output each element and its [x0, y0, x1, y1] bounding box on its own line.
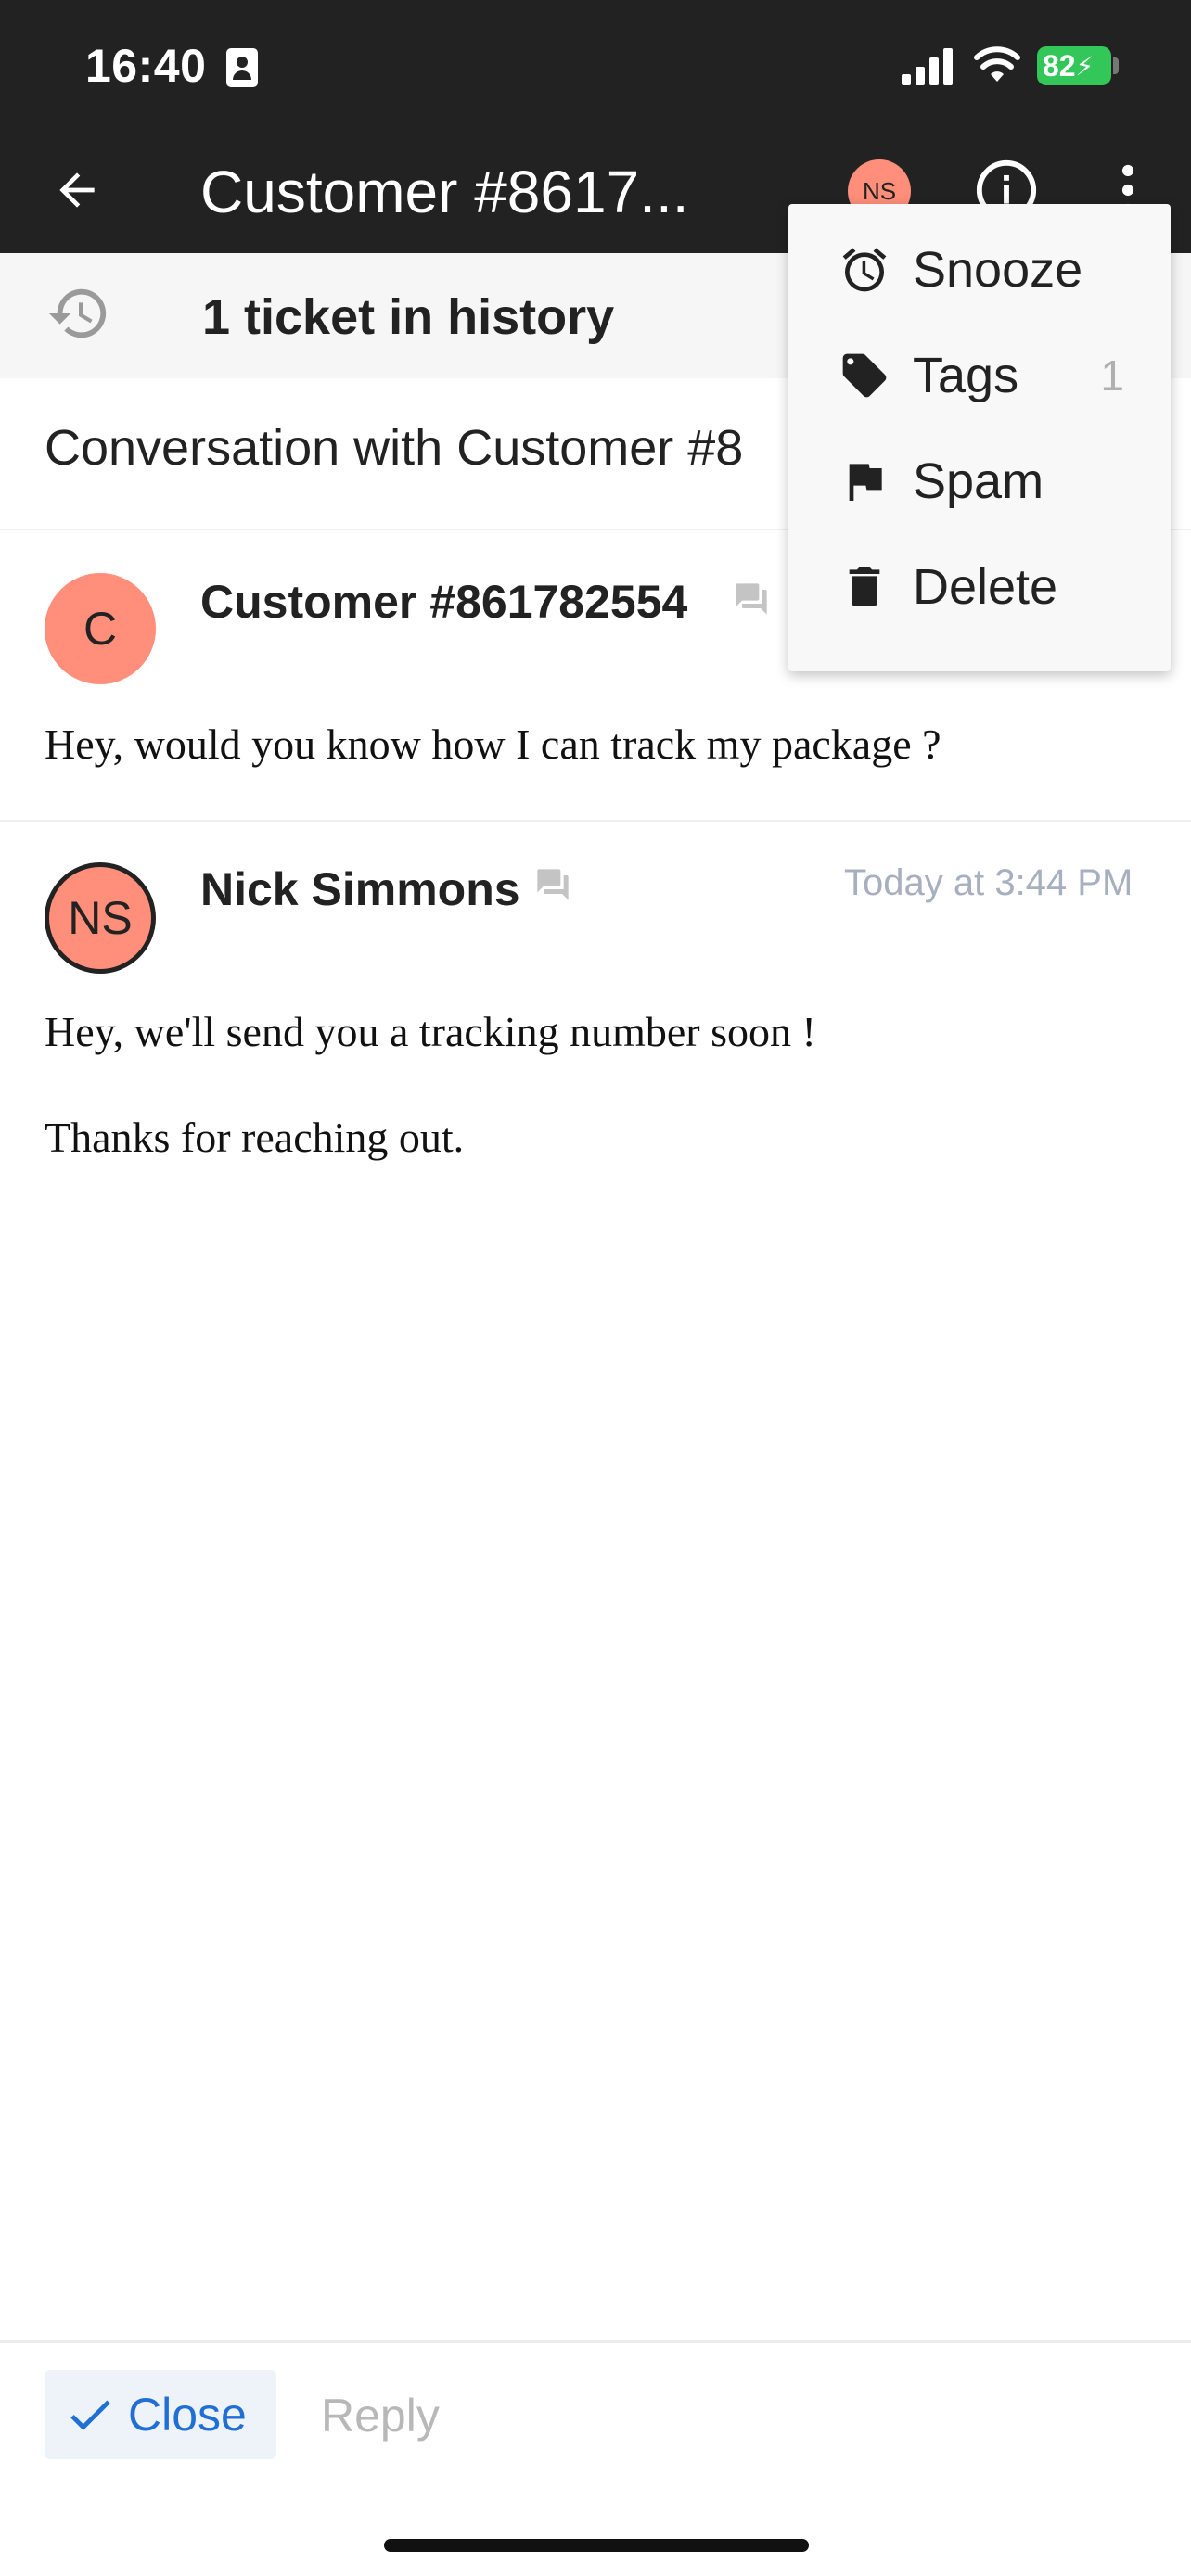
history-label: 1 ticket in history	[202, 289, 615, 345]
contact-card-icon	[226, 48, 258, 87]
tag-count: 1	[1100, 351, 1124, 400]
chat-icon	[537, 869, 569, 900]
bottom-divider	[0, 2340, 1191, 2343]
message-sender: Nick Simmons	[200, 863, 520, 915]
flag-icon	[849, 464, 882, 501]
conversation-actions-menu: Snooze Tags 1 Spam Delete	[788, 204, 1171, 671]
charging-bolt-icon: ⚡	[1075, 51, 1095, 81]
tag-icon	[842, 353, 887, 398]
cellular-signal-icon	[902, 48, 953, 85]
reply-button[interactable]: Reply	[321, 2389, 440, 2442]
message-text: Hey, would you know how I can track my p…	[45, 721, 941, 768]
conversation-title: Conversation with Customer #8	[45, 420, 744, 476]
message-sender: Customer #861782554	[200, 576, 688, 628]
menu-item-spam[interactable]: Spam	[788, 428, 1171, 534]
menu-label: Delete	[913, 559, 1058, 615]
battery-cap	[1113, 57, 1119, 74]
divider	[0, 820, 1191, 822]
page-title: Customer #8617...	[200, 159, 689, 225]
arrow-left-icon	[59, 172, 95, 208]
close-button[interactable]: Close	[45, 2370, 276, 2459]
wifi-icon	[974, 46, 1020, 82]
close-label: Close	[128, 2389, 247, 2441]
menu-item-snooze[interactable]: Snooze	[788, 217, 1171, 323]
menu-item-delete[interactable]: Delete	[788, 534, 1171, 640]
history-icon	[48, 288, 107, 338]
alarm-icon	[842, 248, 887, 292]
home-indicator	[384, 2539, 809, 2552]
menu-label: Spam	[913, 453, 1044, 509]
menu-label: Tags	[913, 348, 1019, 403]
battery-level: 82	[1043, 48, 1076, 83]
chat-icon	[736, 583, 767, 615]
trash-icon	[849, 567, 880, 606]
battery-indicator: 82 ⚡	[1037, 46, 1111, 85]
agent-avatar: NS	[45, 862, 156, 974]
menu-label: Snooze	[913, 242, 1083, 298]
status-time: 16:40	[85, 40, 207, 92]
back-button[interactable]	[45, 158, 109, 223]
customer-avatar: C	[45, 573, 156, 684]
menu-item-tags[interactable]: Tags 1	[788, 323, 1171, 428]
message-text: Thanks for reaching out.	[45, 1114, 465, 1161]
message-text: Hey, we'll send you a tracking number so…	[45, 1008, 816, 1055]
checkmark-icon	[70, 2400, 110, 2430]
message-timestamp: Today at 3:44 PM	[844, 862, 1133, 903]
